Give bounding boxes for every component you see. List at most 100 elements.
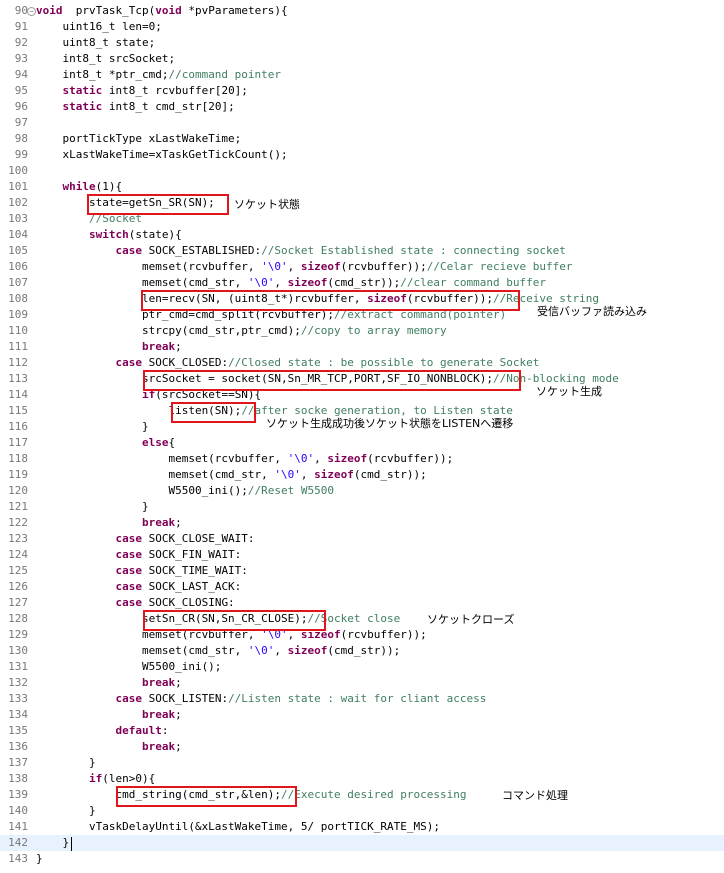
code-line[interactable]: 135 default:: [0, 723, 724, 739]
code-token: '\0': [274, 468, 301, 481]
code-line[interactable]: 127 case SOCK_CLOSING:: [0, 595, 724, 611]
code-line[interactable]: 136 break;: [0, 739, 724, 755]
line-number: 98: [14, 132, 28, 145]
code-line[interactable]: 95 static int8_t rcvbuffer[20];: [0, 83, 724, 99]
code-token: SOCK_FIN_WAIT:: [141, 548, 242, 561]
code-line[interactable]: 128 setSn_CR(SN,Sn_CR_CLOSE);//Socket cl…: [0, 611, 724, 627]
code-line[interactable]: 126 case SOCK_LAST_ACK:: [0, 579, 724, 595]
line-number: 128: [8, 612, 28, 625]
code-text: case SOCK_ESTABLISHED://Socket Establish…: [36, 243, 565, 259]
line-number: 117: [8, 436, 28, 449]
line-number: 111: [8, 340, 28, 353]
code-token: SOCK_CLOSE_WAIT:: [141, 532, 255, 545]
line-number: 124: [8, 548, 28, 561]
code-line[interactable]: 107 memset(cmd_str, '\0', sizeof(cmd_str…: [0, 275, 724, 291]
code-text: memset(cmd_str, '\0', sizeof(cmd_str));/…: [36, 275, 546, 291]
code-token: int8_t cmd_str[20];: [102, 100, 235, 113]
code-token: SOCK_ESTABLISHED:: [141, 244, 262, 257]
code-line[interactable]: 117 else{: [0, 435, 724, 451]
code-token: SOCK_LISTEN:: [141, 692, 229, 705]
code-token: '\0': [261, 260, 288, 273]
code-line[interactable]: 111 break;: [0, 339, 724, 355]
code-line[interactable]: 99 xLastWakeTime=xTaskGetTickCount();: [0, 147, 724, 163]
annotation-socket-state: ソケット状態: [234, 198, 300, 211]
code-token: memset(cmd_str,: [36, 468, 275, 481]
line-number: 91: [14, 20, 28, 33]
code-line[interactable]: 101 while(1){: [0, 179, 724, 195]
line-number: 130: [8, 644, 28, 657]
code-token: prvTask_Tcp(: [62, 4, 156, 17]
code-line[interactable]: 123 case SOCK_CLOSE_WAIT:: [0, 531, 724, 547]
code-line[interactable]: 137 }: [0, 755, 724, 771]
code-token: (state){: [128, 228, 182, 241]
code-token: case: [36, 356, 142, 369]
code-token: W5500_ini();: [36, 484, 248, 497]
code-text: uint16_t len=0;: [36, 19, 161, 35]
code-line[interactable]: 118 memset(rcvbuffer, '\0', sizeof(rcvbu…: [0, 451, 724, 467]
code-line[interactable]: 121 }: [0, 499, 724, 515]
code-line[interactable]: 125 case SOCK_TIME_WAIT:: [0, 563, 724, 579]
code-line[interactable]: 141 vTaskDelayUntil(&xLastWakeTime, 5/ p…: [0, 819, 724, 835]
code-token: }: [36, 852, 43, 865]
code-token: (len>0){: [102, 772, 156, 785]
code-line[interactable]: 100: [0, 163, 724, 179]
code-line[interactable]: 96 static int8_t cmd_str[20];: [0, 99, 724, 115]
code-line[interactable]: 134 break;: [0, 707, 724, 723]
line-number: 121: [8, 500, 28, 513]
line-number: 123: [8, 532, 28, 545]
code-line[interactable]: 129 memset(rcvbuffer, '\0', sizeof(rcvbu…: [0, 627, 724, 643]
code-line[interactable]: 110 strcpy(cmd_str,ptr_cmd);//copy to ar…: [0, 323, 724, 339]
code-line[interactable]: 94 int8_t *ptr_cmd;//command pointer: [0, 67, 724, 83]
code-token: case: [36, 596, 142, 609]
code-line[interactable]: 130 memset(cmd_str, '\0', sizeof(cmd_str…: [0, 643, 724, 659]
code-line[interactable]: 119 memset(cmd_str, '\0', sizeof(cmd_str…: [0, 467, 724, 483]
code-line[interactable]: 122 break;: [0, 515, 724, 531]
code-line[interactable]: 106 memset(rcvbuffer, '\0', sizeof(rcvbu…: [0, 259, 724, 275]
code-token: int8_t srcSocket;: [36, 52, 176, 65]
code-line[interactable]: 143}: [0, 851, 724, 867]
code-text: memset(cmd_str, '\0', sizeof(cmd_str));: [36, 467, 426, 483]
code-token: {: [168, 436, 176, 449]
code-line[interactable]: 104 switch(state){: [0, 227, 724, 243]
code-line[interactable]: 132 break;: [0, 675, 724, 691]
code-line[interactable]: 98 portTickType xLastWakeTime;: [0, 131, 724, 147]
fold-collapse-icon[interactable]: −: [27, 7, 36, 16]
line-number: 114: [8, 388, 28, 401]
code-line[interactable]: 97: [0, 115, 724, 131]
code-line[interactable]: 138 if(len>0){: [0, 771, 724, 787]
line-number: 101: [8, 180, 28, 193]
code-line[interactable]: 105 case SOCK_ESTABLISHED://Socket Estab…: [0, 243, 724, 259]
code-text: break;: [36, 515, 182, 531]
code-text: int8_t *ptr_cmd;//command pointer: [36, 67, 281, 83]
code-line[interactable]: 140 }: [0, 803, 724, 819]
code-line[interactable]: 120 W5500_ini();//Reset W5500: [0, 483, 724, 499]
code-token: break: [36, 708, 176, 721]
code-line[interactable]: 93 int8_t srcSocket;: [0, 51, 724, 67]
code-line[interactable]: 90− void prvTask_Tcp(void *pvParameters){: [0, 3, 724, 19]
code-token: static: [36, 100, 103, 113]
code-token: '\0': [287, 452, 315, 465]
code-text: vTaskDelayUntil(&xLastWakeTime, 5/ portT…: [36, 819, 440, 835]
code-token: sizeof: [287, 644, 328, 657]
annotation-listen-transition: ソケット生成成功後ソケット状態をLISTENへ遷移: [266, 417, 514, 430]
code-line[interactable]: 133 case SOCK_LISTEN://Listen state : wa…: [0, 691, 724, 707]
code-line[interactable]: 91 uint16_t len=0;: [0, 19, 724, 35]
code-text: int8_t srcSocket;: [36, 51, 175, 67]
code-text: W5500_ini();//Reset W5500: [36, 483, 334, 499]
code-text: default:: [36, 723, 168, 739]
code-token: void: [36, 4, 63, 17]
code-text: uint8_t state;: [36, 35, 155, 51]
annotation-read-receive-buffer: 受信バッファ読み込み: [537, 305, 647, 318]
code-editor[interactable]: 90− void prvTask_Tcp(void *pvParameters){…: [0, 0, 724, 873]
line-number: 105: [8, 244, 28, 257]
code-line[interactable]: 124 case SOCK_FIN_WAIT:: [0, 547, 724, 563]
line-number: 137: [8, 756, 28, 769]
code-line[interactable]: 131 W5500_ini();: [0, 659, 724, 675]
line-number: 94: [14, 68, 28, 81]
code-line[interactable]: 92 uint8_t state;: [0, 35, 724, 51]
line-number: 93: [14, 52, 28, 65]
code-line[interactable]: 112 case SOCK_CLOSED://Closed state : be…: [0, 355, 724, 371]
code-line[interactable]: 142 }: [0, 835, 724, 851]
code-line[interactable]: 139 cmd_string(cmd_str,&len);//Execute d…: [0, 787, 724, 803]
line-number: 122: [8, 516, 28, 529]
